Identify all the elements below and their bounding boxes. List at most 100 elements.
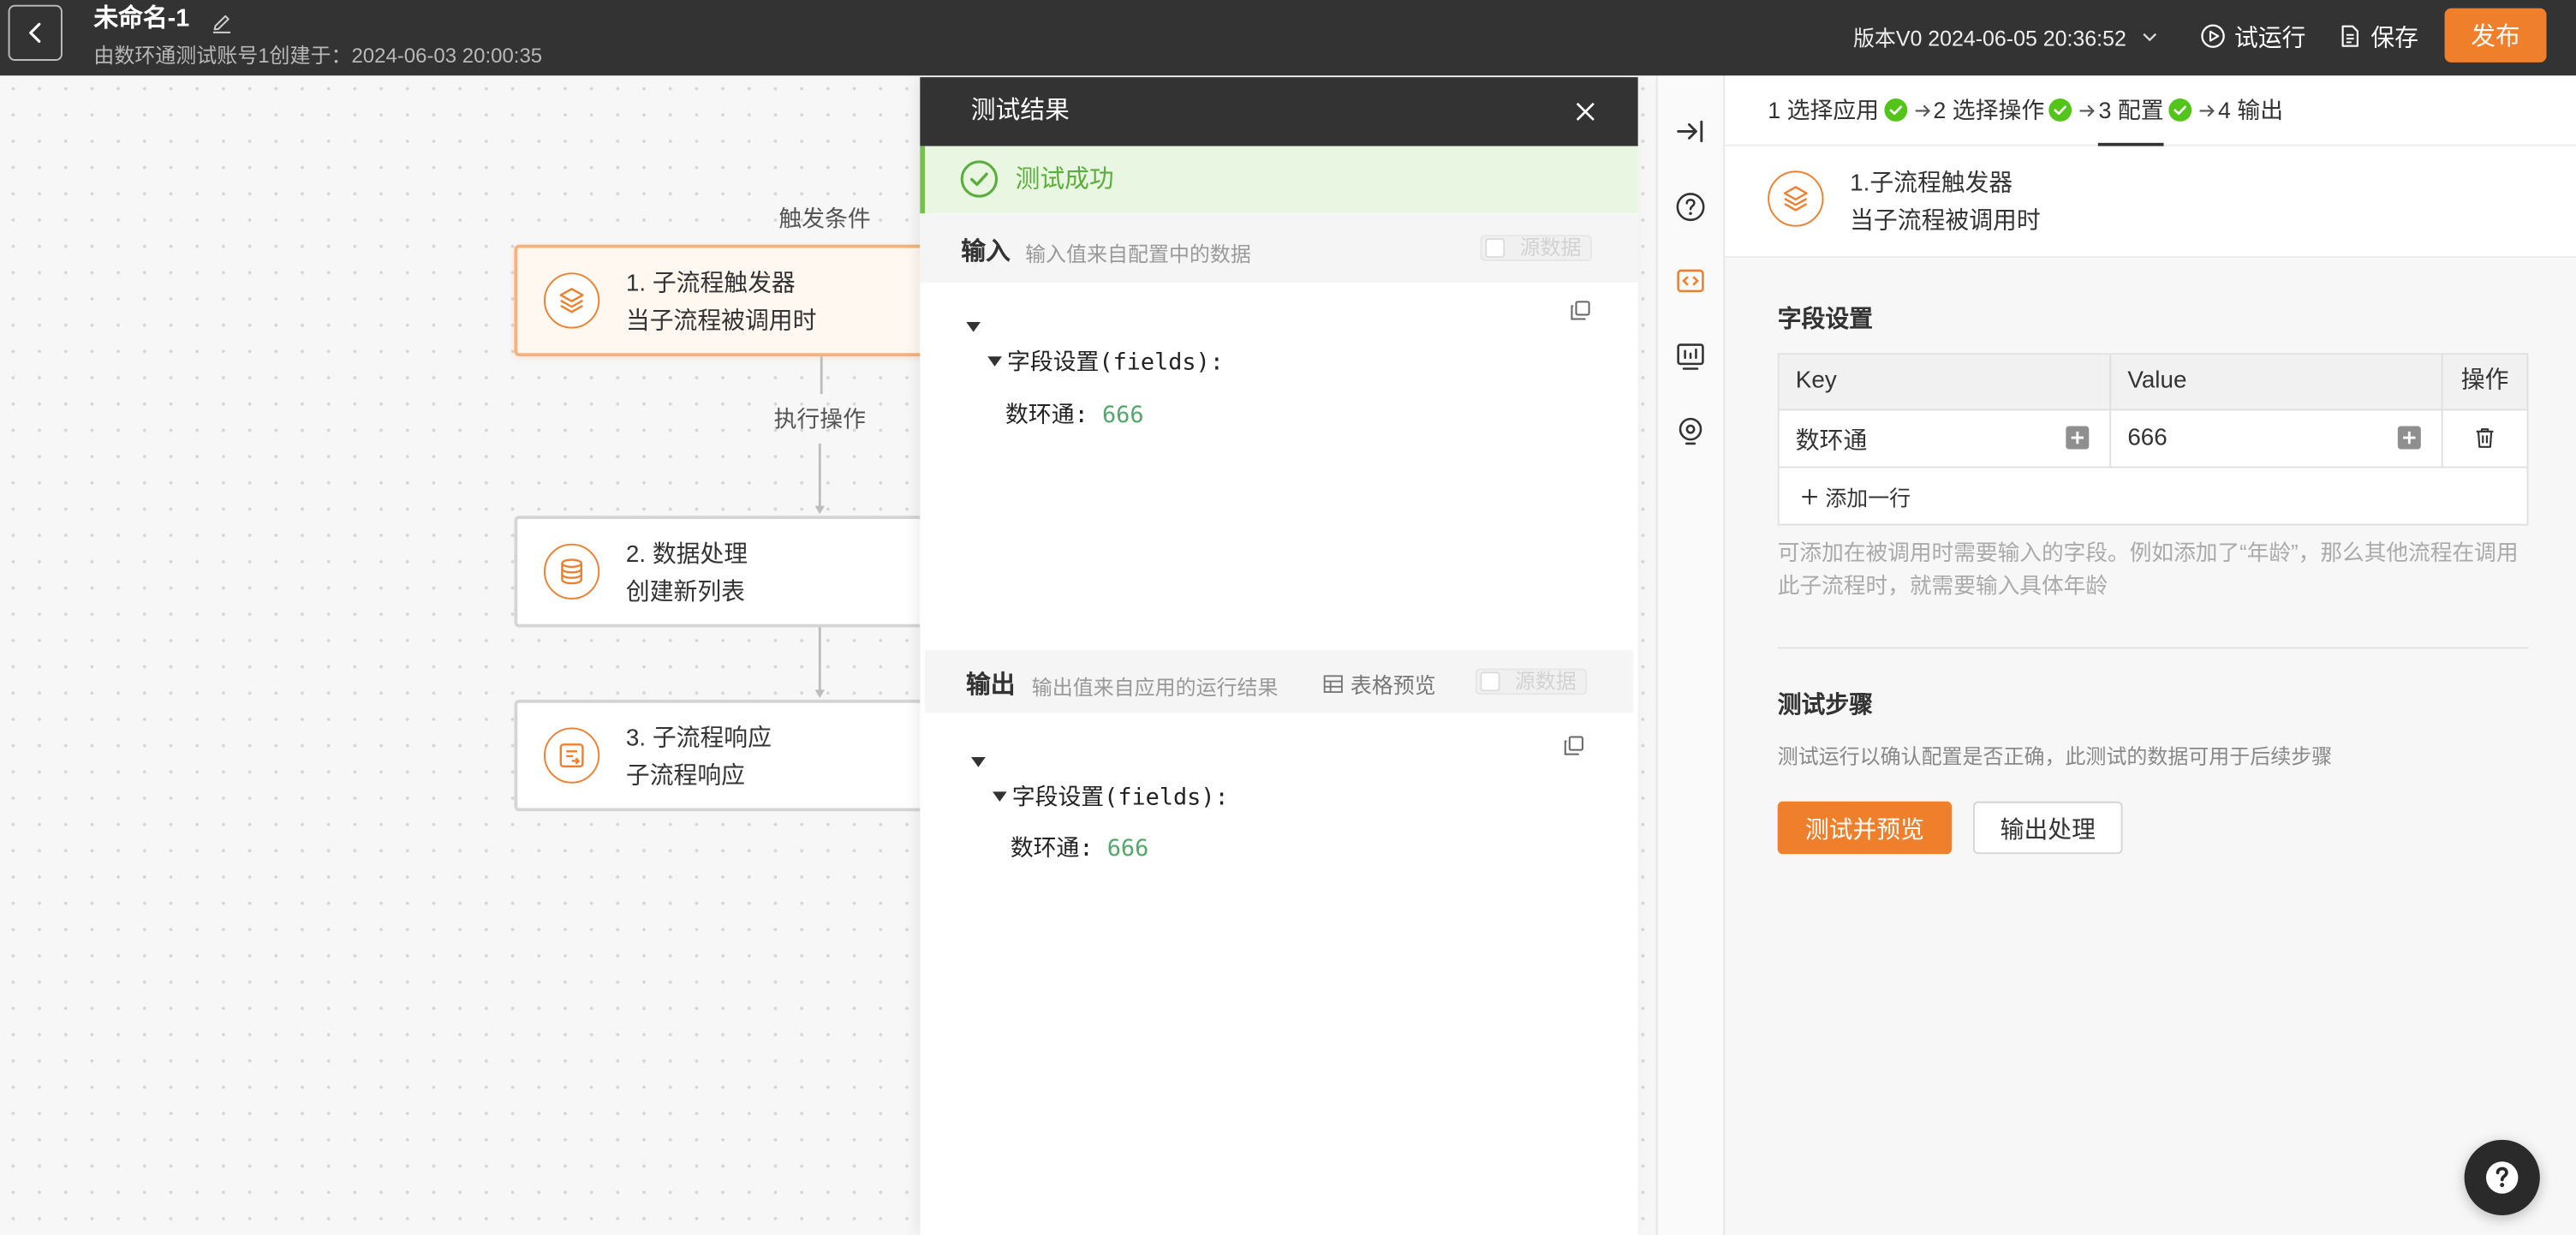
column-header-value: Value — [2127, 367, 2187, 395]
test-status-banner: 测试成功 — [920, 146, 1638, 214]
plus-icon — [1801, 487, 1819, 505]
field-value: 666 — [1106, 836, 1149, 862]
code-icon[interactable] — [1674, 265, 1707, 297]
step-navigator: 1 选择应用 2 选择操作 3 配置 4 输出 — [1725, 75, 2576, 146]
side-toolbar — [1655, 75, 1726, 1235]
node-subtitle: 子流程响应 — [625, 763, 745, 791]
node-subtitle: 当子流程被调用时 — [625, 308, 817, 336]
arrow-right-icon — [2198, 101, 2216, 119]
check-icon — [2048, 98, 2072, 122]
database-icon — [543, 543, 600, 600]
help-circle-icon[interactable] — [1674, 190, 1707, 223]
connector-line — [814, 356, 830, 395]
response-icon — [543, 727, 600, 784]
save-button[interactable]: 保存 — [2338, 18, 2418, 54]
step-select-action[interactable]: 2 选择操作 — [1933, 75, 2044, 145]
arrow-right-icon — [2078, 101, 2096, 119]
connector-arrow — [812, 443, 828, 515]
step-select-app[interactable]: 1 选择应用 — [1768, 75, 1879, 145]
test-status-text: 测试成功 — [1015, 165, 1114, 194]
raw-data-label: 源数据 — [1519, 236, 1582, 260]
copy-icon[interactable] — [1562, 734, 1585, 757]
column-header-key: Key — [1795, 367, 1837, 395]
version-select[interactable]: 版本V0 2024-06-05 20:36:52 — [1853, 21, 2159, 51]
fields-section-title: 字段设置 — [1777, 307, 1873, 334]
test-result-panel: 测试结果 测试成功 输入 输入值来自配置中的数据 源数据 字段设置(fields… — [920, 77, 1638, 1235]
collapse-caret-icon[interactable] — [966, 321, 981, 333]
output-label: 输出 — [966, 671, 1016, 700]
field-value: 666 — [1102, 402, 1144, 429]
test-and-preview-button[interactable]: 测试并预览 — [1777, 801, 1953, 855]
field-value-input[interactable] — [2127, 421, 2375, 456]
dashboard-icon[interactable] — [1674, 340, 1707, 373]
publish-button[interactable]: 发布 — [2444, 8, 2547, 63]
chevron-down-icon — [2141, 27, 2159, 45]
help-float-button[interactable] — [2464, 1139, 2540, 1216]
connector-arrow — [812, 627, 828, 698]
node-title: 1. 子流程触发器 — [625, 271, 796, 298]
toggle-knob — [1485, 238, 1506, 259]
node-subtitle: 创建新列表 — [625, 579, 745, 606]
input-hint: 输入值来自配置中的数据 — [1025, 242, 1251, 266]
collapse-panel-icon[interactable] — [1674, 115, 1707, 147]
raw-data-label: 源数据 — [1514, 670, 1577, 694]
test-section-title: 测试步骤 — [1777, 693, 1873, 719]
input-label: 输入 — [961, 238, 1011, 266]
arrow-right-icon — [1913, 101, 1931, 119]
question-icon — [2481, 1156, 2524, 1199]
test-result-title: 测试结果 — [970, 97, 1070, 125]
field-key: 数环通: — [1005, 402, 1088, 429]
copy-icon[interactable] — [1569, 299, 1592, 322]
node-title: 3. 子流程响应 — [625, 725, 772, 753]
chevron-left-icon — [21, 18, 51, 48]
insert-variable-icon[interactable] — [2397, 426, 2422, 450]
add-row-button[interactable]: 添加一行 — [1780, 468, 2527, 524]
input-tree-leaf: 数环通: 666 — [1005, 399, 1143, 432]
back-button[interactable] — [8, 4, 63, 61]
collapse-caret-icon[interactable] — [987, 356, 1002, 367]
insert-variable-icon[interactable] — [2065, 426, 2090, 450]
action-label: 执行操作 — [773, 405, 866, 433]
table-header: Key Value 操作 — [1779, 355, 2527, 411]
output-raw-data-toggle[interactable]: 源数据 — [1475, 668, 1588, 695]
flow-title: 未命名-1 — [93, 4, 190, 33]
output-tree-leaf: 数环通: 666 — [1011, 832, 1148, 865]
test-section-description: 测试运行以确认配置是否正确，此测试的数据可用于后续步骤 — [1777, 745, 2333, 769]
config-panel: 1 选择应用 2 选择操作 3 配置 4 输出 1.子流程触发器 当子流程被调用… — [1725, 75, 2576, 1235]
play-circle-icon — [2200, 23, 2227, 50]
table-preview-label: 表格预览 — [1350, 673, 1436, 698]
fields-table: Key Value 操作 数环通 666 添加一行 — [1777, 353, 2529, 526]
node-title: 2. 数据处理 — [625, 541, 748, 569]
step-configure[interactable]: 3 配置 — [2098, 75, 2164, 146]
version-label: 版本V0 2024-06-05 20:36:52 — [1852, 25, 2126, 51]
trigger-condition-label: 触发条件 — [778, 205, 871, 232]
output-section-header: 输出 输出值来自应用的运行结果 表格预览 源数据 — [925, 650, 1633, 713]
layers-icon — [543, 272, 600, 329]
test-run-button[interactable]: 试运行 — [2200, 18, 2306, 54]
fields-help-text: 可添加在被调用时需要输入的字段。例如添加了“年龄”，那么其他流程在调用此子流程时… — [1777, 540, 2519, 599]
test-run-label: 试运行 — [2234, 25, 2306, 52]
table-preview-button[interactable]: 表格预览 — [1322, 668, 1436, 699]
output-hint: 输出值来自应用的运行结果 — [1031, 677, 1279, 700]
edit-title-icon[interactable] — [211, 11, 234, 34]
top-bar: 未命名-1 由数环通测试账号1创建于：2024-06-03 20:00:35 版… — [0, 0, 2576, 76]
section-divider — [1777, 647, 2529, 649]
step-output[interactable]: 4 输出 — [2218, 75, 2283, 145]
output-processing-button[interactable]: 输出处理 — [1972, 801, 2123, 855]
location-icon[interactable] — [1674, 415, 1707, 448]
check-icon — [1883, 98, 1907, 122]
output-tree-key: 字段设置(fields): — [1011, 785, 1229, 812]
column-header-actions: 操作 — [2460, 367, 2509, 395]
collapse-caret-icon[interactable] — [971, 757, 986, 768]
save-label: 保存 — [2370, 25, 2418, 52]
check-icon — [2168, 98, 2192, 122]
input-raw-data-toggle[interactable]: 源数据 — [1480, 235, 1592, 261]
trash-icon[interactable] — [2472, 426, 2497, 450]
selected-node-card: 1.子流程触发器 当子流程被调用时 — [1725, 146, 2576, 259]
add-row-label: 添加一行 — [1825, 485, 1911, 510]
field-key-input[interactable] — [1795, 421, 2042, 456]
node-card-subtitle: 当子流程被调用时 — [1850, 208, 2041, 236]
toggle-knob — [1480, 671, 1500, 692]
close-icon[interactable] — [1574, 100, 1597, 123]
collapse-caret-icon[interactable] — [992, 791, 1007, 802]
